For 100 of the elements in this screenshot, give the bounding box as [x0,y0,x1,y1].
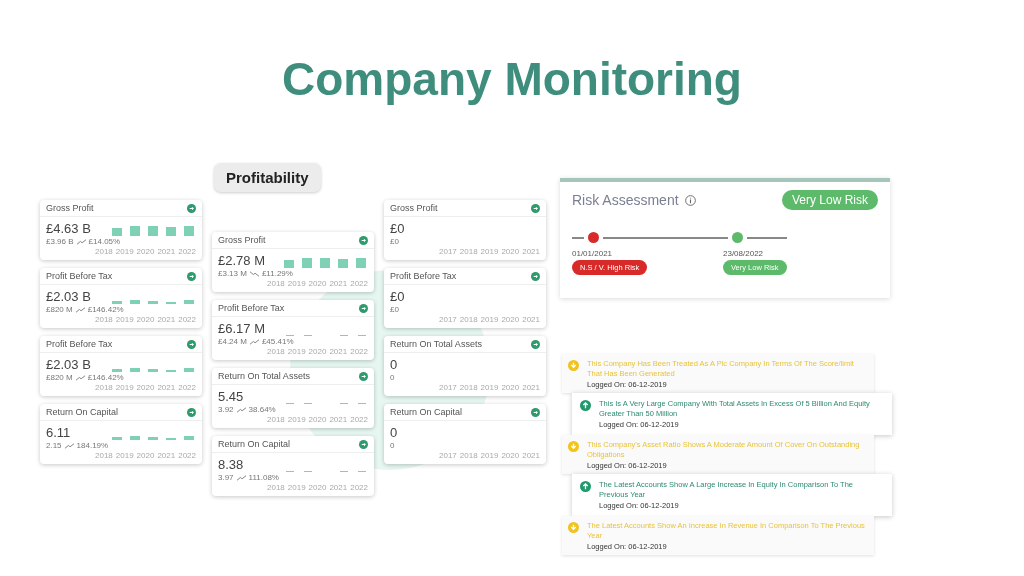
year-label: 2018 [95,383,113,392]
timeline-date: 01/01/2021 [572,249,613,258]
year-label: 2019 [287,415,306,424]
change-percent: 38.64% [248,405,276,414]
year-label: 2018 [267,483,285,492]
year-label: 2021 [522,315,540,324]
year-label: 2018 [459,383,478,392]
year-label: 2019 [115,315,134,324]
year-label: 2020 [308,347,327,356]
metric-value: £2.03 B [46,289,91,304]
expand-icon [359,439,368,449]
year-label: 2020 [136,383,155,392]
year-label: 2022 [178,383,196,392]
previous-value: £0 [390,305,399,314]
previous-value: £3.13 M [218,269,247,278]
year-label: 2019 [480,315,499,324]
expand-icon [187,271,196,281]
timeline-date: 23/08/2022 [723,249,764,258]
year-label: 2019 [287,347,306,356]
year-label: 2021 [522,383,540,392]
year-label: 2018 [459,247,478,256]
previous-value: 3.97 [218,473,234,482]
year-label: 2021 [329,347,348,356]
change-percent: £11.29% [261,269,293,278]
year-label: 2020 [501,451,520,460]
previous-value: 0 [390,441,395,450]
year-label: 2018 [95,247,113,256]
year-label: 2021 [522,451,540,460]
year-label: 2020 [501,315,520,324]
page-title: Company Monitoring [282,52,742,106]
year-label: 2022 [350,347,368,356]
year-label: 2018 [267,415,285,424]
expand-icon [187,339,196,349]
year-label: 2021 [157,315,176,324]
profitability-tab[interactable]: Profitability [214,163,321,192]
year-label: 2021 [522,247,540,256]
metric-title: Gross Profit [46,203,94,213]
year-label: 2017 [439,247,457,256]
metric-title: Profit Before Tax [390,271,457,281]
year-label: 2019 [287,483,306,492]
metric-value: 5.45 [218,389,244,404]
year-label: 2022 [178,451,196,460]
metric-value: £2.03 B [46,357,91,372]
year-label: 2021 [329,483,348,492]
info-icon[interactable] [684,194,696,206]
expand-icon [359,371,368,381]
year-label: 2020 [501,383,520,392]
risk-level-badge: Very Low Risk [781,190,878,210]
metric-value: 0 [390,357,398,372]
change-percent: £45.41% [261,337,294,346]
metric-value: £4.63 B [46,221,91,236]
year-label: 2018 [95,315,113,324]
year-label: 2018 [267,347,285,356]
expand-icon [187,203,196,213]
year-label: 2017 [439,383,457,392]
year-label: 2022 [178,247,196,256]
previous-value: £3.96 B [46,237,74,246]
metric-title: Profit Before Tax [218,303,285,313]
metric-title: Return On Capital [46,407,119,417]
expand-icon [359,303,368,313]
metric-title: Return On Total Assets [218,371,310,381]
year-label: 2020 [308,279,327,288]
year-label: 2019 [115,247,134,256]
metric-title: Profit Before Tax [46,339,113,349]
metric-title: Gross Profit [218,235,266,245]
previous-value: £820 M [46,305,73,314]
year-label: 2019 [287,279,306,288]
year-label: 2021 [157,247,176,256]
expand-icon [531,407,540,417]
year-label: 2021 [329,415,348,424]
year-label: 2022 [350,483,368,492]
year-label: 2019 [480,451,499,460]
year-label: 2017 [439,315,457,324]
year-label: 2020 [308,415,327,424]
expand-icon [187,407,196,417]
arrow-up-icon [580,481,591,492]
year-label: 2020 [136,247,155,256]
year-label: 2018 [95,451,113,460]
metric-value: £2.78 M [218,253,265,268]
year-label: 2020 [136,315,155,324]
year-label: 2018 [267,279,285,288]
change-percent: £14.05% [88,237,121,246]
year-label: 2020 [308,483,327,492]
expand-icon [531,339,540,349]
year-label: 2017 [439,451,457,460]
change-percent: £146.42% [87,373,124,382]
expand-icon [359,235,368,245]
year-label: 2020 [501,247,520,256]
change-percent: 111.08% [248,473,279,482]
metric-title: Return On Total Assets [390,339,482,349]
metric-value: 8.38 [218,457,244,472]
expand-icon [531,203,540,213]
year-label: 2019 [115,383,134,392]
previous-value: £0 [390,237,399,246]
year-label: 2021 [329,279,348,288]
year-label: 2022 [178,315,196,324]
previous-value: 2.15 [46,441,62,450]
year-label: 2022 [350,279,368,288]
metric-value: 6.11 [46,425,71,440]
previous-value: 0 [390,373,395,382]
